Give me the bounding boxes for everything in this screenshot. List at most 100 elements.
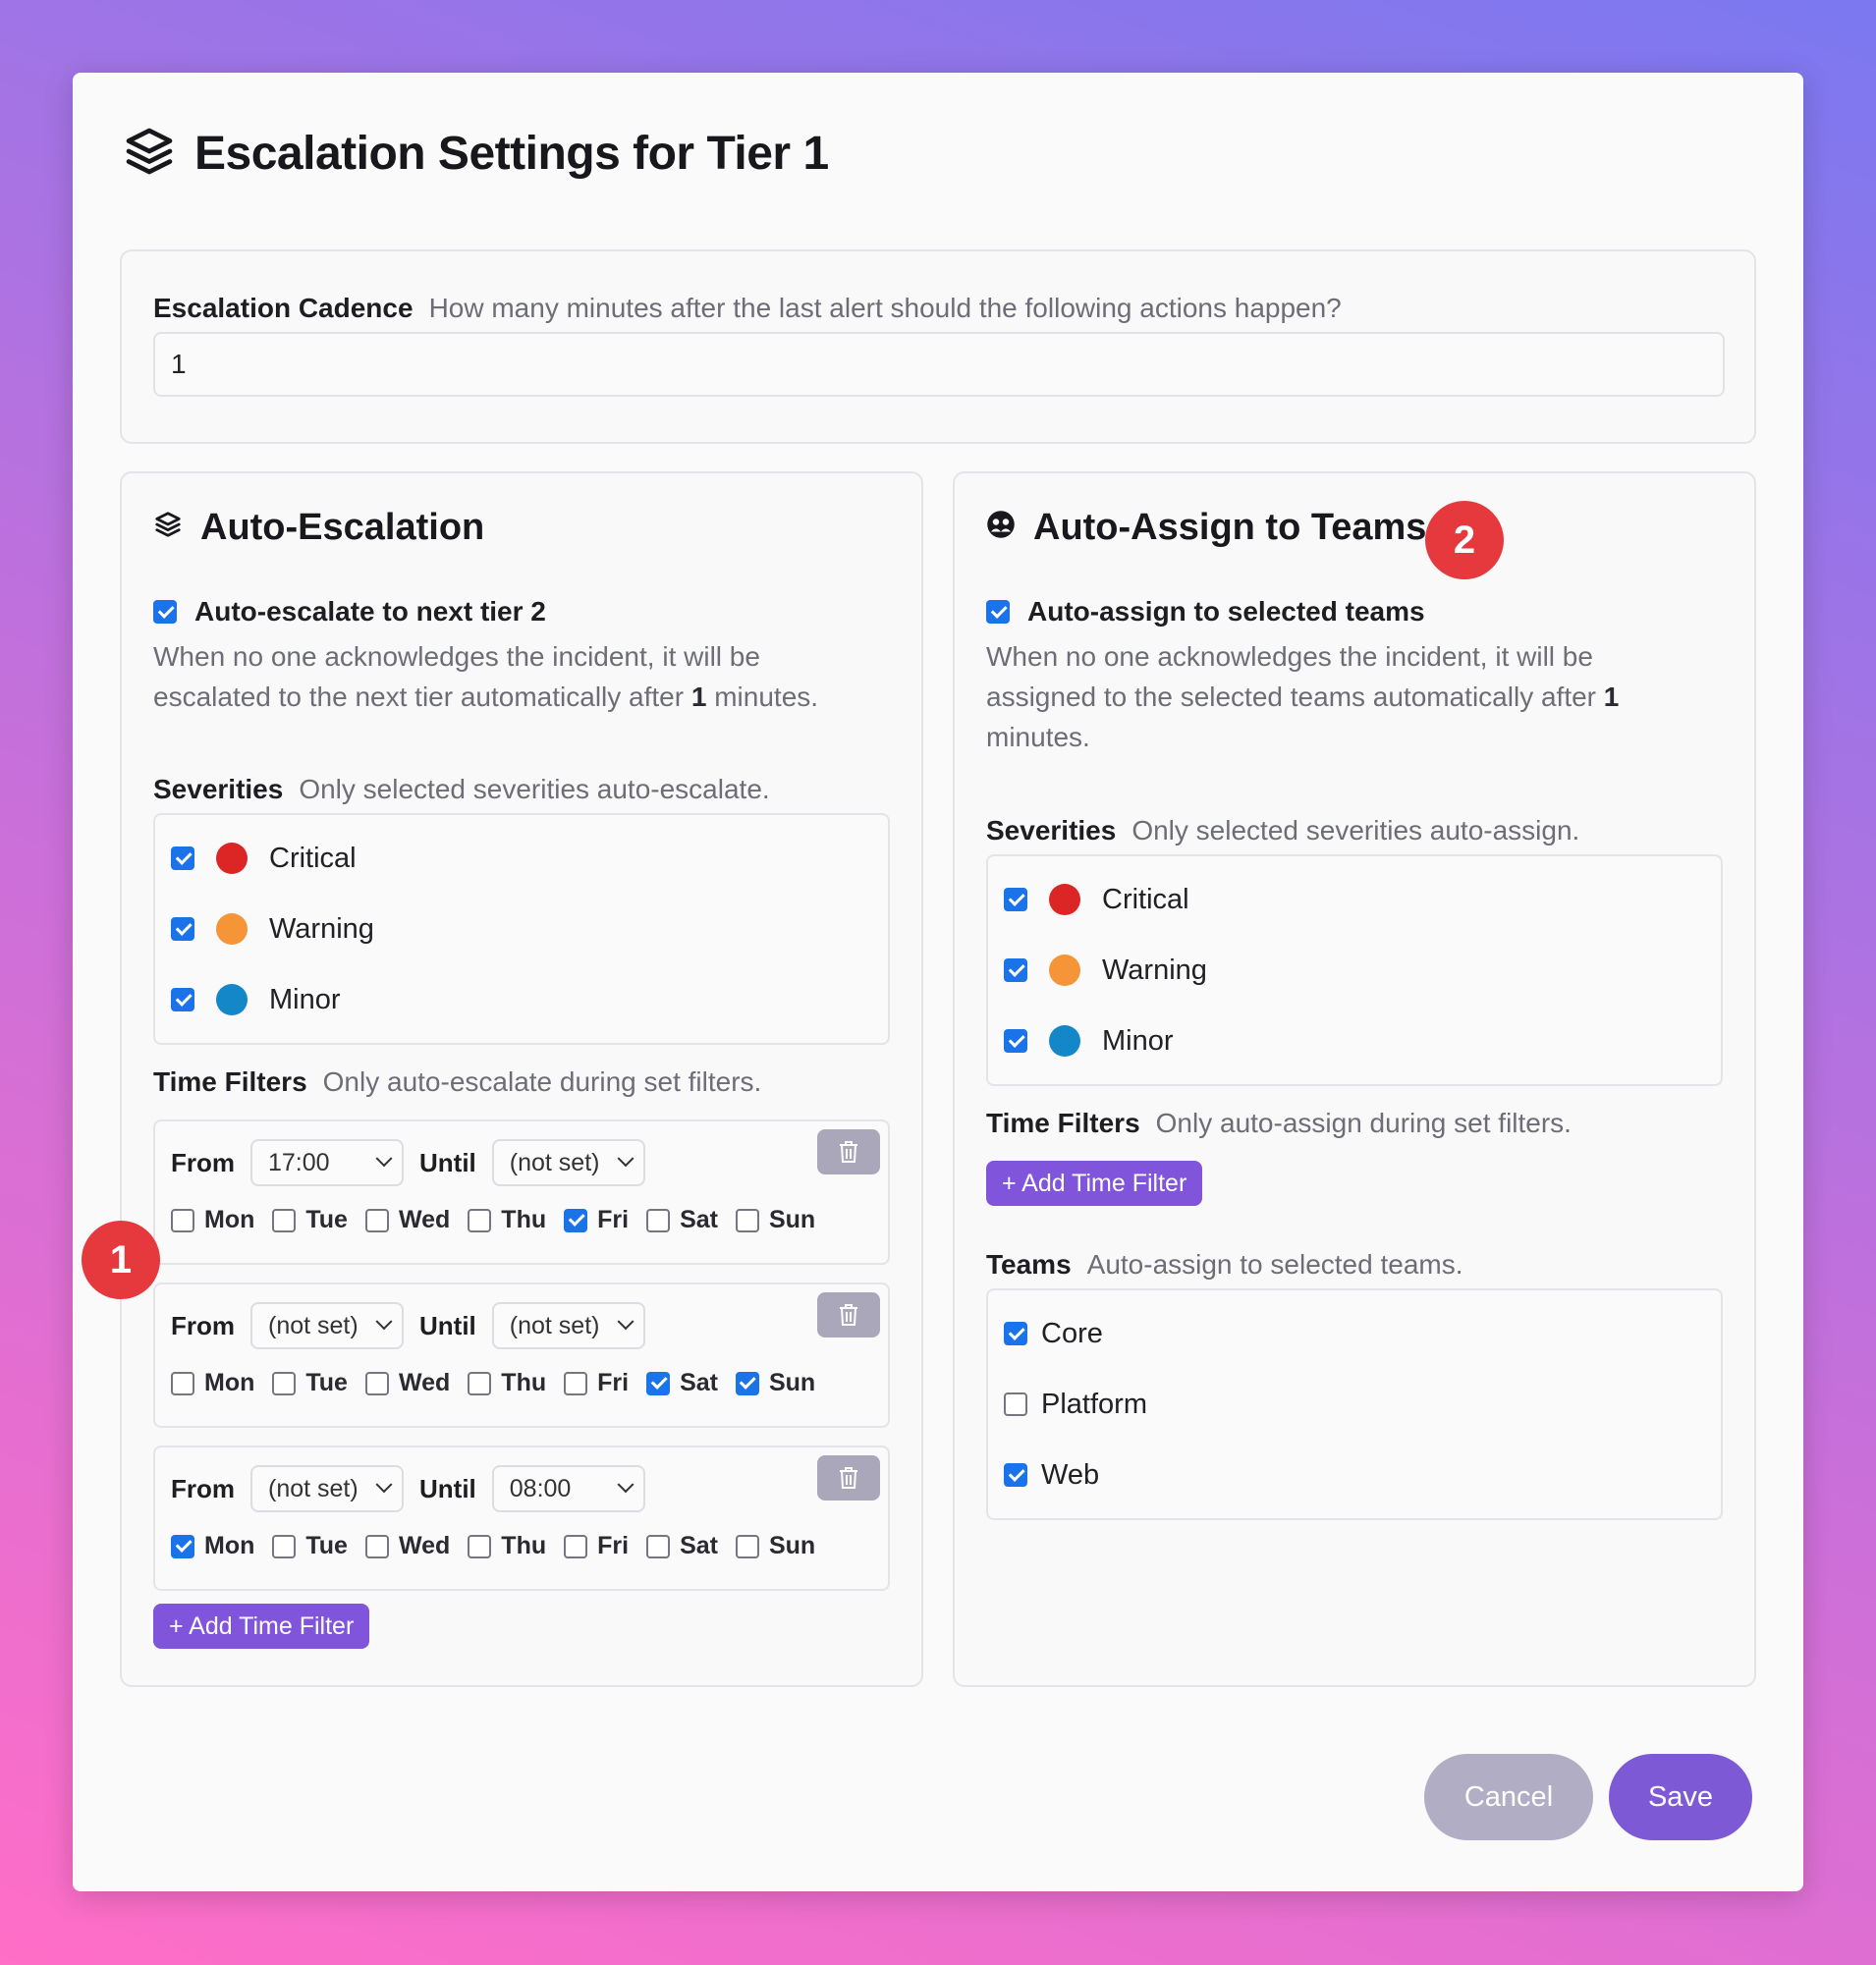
day-mon[interactable]: Mon	[171, 1206, 254, 1234]
severity-dot	[216, 843, 248, 874]
chevron-down-icon	[375, 1476, 393, 1494]
dialog-title: Escalation Settings for Tier 1	[194, 128, 829, 180]
day-fri[interactable]: Fri	[564, 1206, 629, 1234]
severity-critical[interactable]: Critical	[155, 823, 888, 894]
day-thu[interactable]: Thu	[468, 1532, 546, 1560]
day-sat[interactable]: Sat	[646, 1532, 718, 1560]
auto-assign-title: Auto-Assign to Teams	[1033, 507, 1427, 548]
team-checkbox[interactable]	[1004, 1392, 1027, 1416]
severity-checkbox[interactable]	[171, 917, 194, 941]
time-filter: From 17:00 Until (not set) Mon Tue Wed T…	[153, 1119, 890, 1265]
add-time-filter-button[interactable]: + Add Time Filter	[986, 1161, 1203, 1206]
day-thu[interactable]: Thu	[468, 1206, 546, 1234]
from-select[interactable]: (not set)	[250, 1465, 404, 1512]
time-filter: From (not set) Until 08:00 Mon Tue Wed T…	[153, 1446, 890, 1591]
until-select[interactable]: 08:00	[491, 1465, 645, 1512]
teams-hint: Auto-assign to selected teams.	[1086, 1249, 1463, 1280]
severities-list: Critical Warning Minor	[986, 854, 1723, 1086]
until-select[interactable]: (not set)	[491, 1302, 645, 1349]
until-select[interactable]: (not set)	[491, 1139, 645, 1186]
severity-warning[interactable]: Warning	[155, 894, 888, 964]
severity-checkbox[interactable]	[1004, 958, 1027, 982]
auto-escalate-checkbox[interactable]	[153, 600, 177, 624]
time-filters-hint: Only auto-assign during set filters.	[1155, 1108, 1572, 1138]
annotation-badge-1: 1	[82, 1221, 160, 1299]
severity-critical[interactable]: Critical	[988, 864, 1721, 935]
severity-checkbox[interactable]	[171, 846, 194, 870]
teams-label: Teams	[986, 1249, 1072, 1280]
day-wed[interactable]: Wed	[364, 1206, 450, 1234]
chevron-down-icon	[617, 1150, 635, 1168]
severity-dot	[216, 984, 248, 1015]
day-sun[interactable]: Sun	[735, 1369, 815, 1397]
time-filters-list: From 17:00 Until (not set) Mon Tue Wed T…	[153, 1119, 890, 1609]
trash-icon	[840, 1467, 857, 1489]
auto-escalation-panel: Auto-Escalation Auto-escalate to next ti…	[120, 471, 923, 1687]
severity-checkbox[interactable]	[1004, 888, 1027, 911]
annotation-badge-2: 2	[1425, 501, 1504, 579]
trash-icon	[840, 1304, 857, 1326]
delete-filter-button[interactable]	[817, 1455, 880, 1501]
severity-dot	[216, 913, 248, 945]
chevron-down-icon	[617, 1476, 635, 1494]
cadence-label: Escalation Cadence	[153, 293, 414, 323]
severities-hint: Only selected severities auto-assign.	[1131, 815, 1580, 846]
day-wed[interactable]: Wed	[364, 1532, 450, 1560]
chevron-down-icon	[617, 1313, 635, 1331]
auto-escalation-title: Auto-Escalation	[200, 507, 485, 548]
time-filter: From (not set) Until (not set) Mon Tue W…	[153, 1283, 890, 1428]
severity-checkbox[interactable]	[1004, 1029, 1027, 1053]
day-tue[interactable]: Tue	[272, 1369, 348, 1397]
auto-assign-label: Auto-assign to selected teams	[1027, 596, 1425, 627]
severity-dot	[1049, 1025, 1080, 1057]
team-web[interactable]: Web	[988, 1440, 1721, 1510]
team-icon	[986, 507, 1016, 549]
team-checkbox[interactable]	[1004, 1463, 1027, 1487]
severity-warning[interactable]: Warning	[988, 935, 1721, 1006]
severity-checkbox[interactable]	[171, 988, 194, 1011]
from-select[interactable]: (not set)	[250, 1302, 404, 1349]
cadence-input[interactable]: 1	[153, 332, 1725, 397]
day-tue[interactable]: Tue	[272, 1206, 348, 1234]
day-sat[interactable]: Sat	[646, 1206, 718, 1234]
day-mon[interactable]: Mon	[171, 1532, 254, 1560]
severity-minor[interactable]: Minor	[155, 964, 888, 1035]
day-wed[interactable]: Wed	[364, 1369, 450, 1397]
add-time-filter-button[interactable]: + Add Time Filter	[153, 1604, 370, 1649]
auto-escalation-description: When no one acknowledges the incident, i…	[153, 641, 819, 712]
layers-icon	[153, 507, 183, 549]
auto-assign-description: When no one acknowledges the incident, i…	[986, 641, 1620, 752]
team-checkbox[interactable]	[1004, 1322, 1027, 1345]
team-core[interactable]: Core	[988, 1298, 1721, 1369]
day-sun[interactable]: Sun	[735, 1206, 815, 1234]
cadence-panel: Escalation Cadence How many minutes afte…	[120, 249, 1756, 444]
dialog-header: Escalation Settings for Tier 1	[122, 124, 829, 184]
severity-dot	[1049, 955, 1080, 986]
day-sat[interactable]: Sat	[646, 1369, 718, 1397]
time-filters-label: Time Filters	[153, 1066, 307, 1097]
time-filters-hint: Only auto-escalate during set filters.	[322, 1066, 762, 1097]
trash-icon	[840, 1141, 857, 1163]
delete-filter-button[interactable]	[817, 1129, 880, 1174]
severities-label: Severities	[986, 815, 1117, 846]
delete-filter-button[interactable]	[817, 1292, 880, 1337]
team-platform[interactable]: Platform	[988, 1369, 1721, 1440]
teams-list: Core Platform Web	[986, 1288, 1723, 1520]
save-button[interactable]: Save	[1609, 1754, 1752, 1840]
severities-hint: Only selected severities auto-escalate.	[299, 774, 770, 804]
day-fri[interactable]: Fri	[564, 1532, 629, 1560]
cancel-button[interactable]: Cancel	[1424, 1754, 1593, 1840]
from-select[interactable]: 17:00	[250, 1139, 404, 1186]
cadence-hint: How many minutes after the last alert sh…	[428, 293, 1342, 323]
time-filters-label: Time Filters	[986, 1108, 1140, 1138]
auto-assign-checkbox[interactable]	[986, 600, 1010, 624]
day-fri[interactable]: Fri	[564, 1369, 629, 1397]
day-tue[interactable]: Tue	[272, 1532, 348, 1560]
chevron-down-icon	[375, 1313, 393, 1331]
day-thu[interactable]: Thu	[468, 1369, 546, 1397]
severity-minor[interactable]: Minor	[988, 1006, 1721, 1076]
day-sun[interactable]: Sun	[735, 1532, 815, 1560]
day-mon[interactable]: Mon	[171, 1369, 254, 1397]
severity-dot	[1049, 884, 1080, 915]
auto-escalate-label: Auto-escalate to next tier 2	[194, 596, 546, 627]
